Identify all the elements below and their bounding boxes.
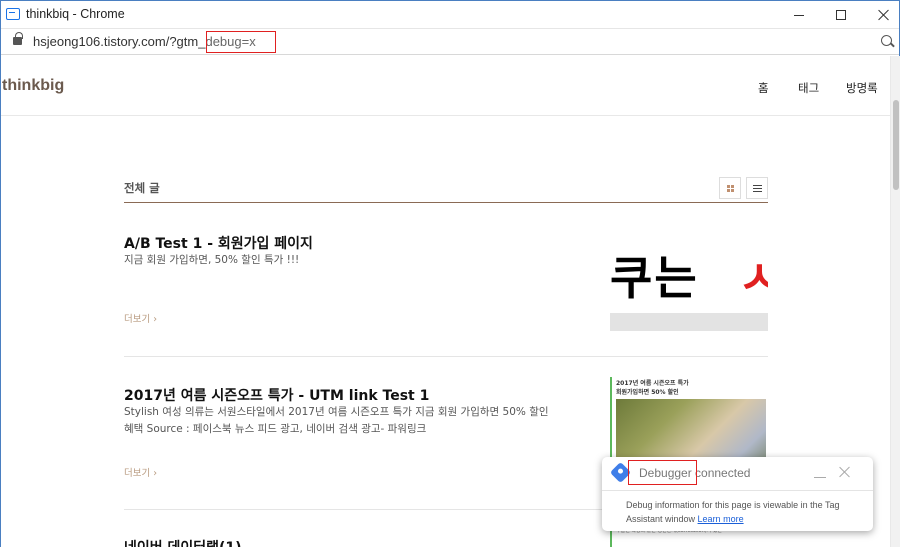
site-header: thinkbig 홈 태그 방명록 <box>1 56 890 116</box>
post-divider <box>124 356 768 357</box>
read-more-link[interactable]: 더보기 › <box>124 465 157 479</box>
post-title[interactable]: 2017년 여름 시즌오프 특가 - UTM link Test 1 <box>124 385 429 405</box>
debugger-highlight-box <box>628 460 697 485</box>
thumbnail-caption-line-2: 회원가입하면 50% 할인 <box>616 389 679 396</box>
title-bar: thinkbiq - Chrome <box>1 1 899 29</box>
minimize-popup-button[interactable] <box>814 467 826 479</box>
thumbnail-text: 쿠는 <box>610 251 699 305</box>
grid-icon <box>727 185 734 192</box>
lock-icon[interactable] <box>13 32 23 45</box>
thumbnail-caption: 2017년 여름 시즌오프 특가회원가입하면 50% 할인 <box>616 379 689 397</box>
minimize-icon <box>794 14 804 16</box>
zoom-icon[interactable] <box>881 35 892 46</box>
post-item[interactable]: 네이버 데이터랩(1) <box>124 534 768 547</box>
list-icon <box>753 185 762 192</box>
list-view-button[interactable] <box>746 177 768 199</box>
post-excerpt: Stylish 여성 의류는 서원스타일에서 2017년 여름 시즌오프 특가 … <box>124 406 549 435</box>
nav-guestbook[interactable]: 방명록 <box>846 80 878 96</box>
window-title: thinkbiq - Chrome <box>26 7 125 21</box>
popup-divider <box>602 490 873 491</box>
post-title[interactable]: A/B Test 1 - 회원가입 페이지 <box>124 233 313 253</box>
url-host: hsjeong106.tistory.com/?gtm_ <box>33 34 206 49</box>
page-scrollbar[interactable] <box>890 56 900 547</box>
browser-window: thinkbiq - Chrome hsjeong106.tistory.com… <box>0 0 900 547</box>
address-bar[interactable]: hsjeong106.tistory.com/?gtm_debug=x <box>1 29 899 55</box>
url-param-highlight-box <box>206 31 276 53</box>
post-thumbnail[interactable]: 쿠는 ㅅ <box>610 230 768 331</box>
minimize-button[interactable] <box>776 1 822 29</box>
popup-body: Debug information for this page is viewa… <box>626 498 866 526</box>
post-title[interactable]: 네이버 데이터랩(1) <box>124 537 242 547</box>
close-icon <box>877 9 889 21</box>
maximize-button[interactable] <box>818 1 864 29</box>
thumbnail-bar <box>610 313 768 331</box>
nav-home[interactable]: 홈 <box>758 80 769 96</box>
grid-view-button[interactable] <box>719 177 741 199</box>
post-item[interactable]: A/B Test 1 - 회원가입 페이지 지금 회원 가입하면, 50% 할인… <box>124 230 768 358</box>
site-logo[interactable]: thinkbig <box>2 77 64 95</box>
section-divider <box>124 202 768 203</box>
thumbnail-red-text: ㅅ <box>738 251 768 305</box>
tag-assistant-popup: Debugger connected Debug information for… <box>602 457 873 531</box>
scrollbar-thumb[interactable] <box>893 100 899 190</box>
tag-assistant-app-icon <box>6 8 20 20</box>
section-title: 전체 글 <box>124 181 160 195</box>
post-excerpt: 지금 회원 가입하면, 50% 할인 특가 !!! <box>124 254 300 266</box>
thumbnail-caption-line-1: 2017년 여름 시즌오프 특가 <box>616 380 689 387</box>
close-popup-button[interactable] <box>838 466 850 478</box>
maximize-icon <box>836 10 846 20</box>
nav-tag[interactable]: 태그 <box>798 80 819 96</box>
read-more-link[interactable]: 더보기 › <box>124 311 157 325</box>
close-button[interactable] <box>860 1 900 29</box>
learn-more-link[interactable]: Learn more <box>698 514 744 524</box>
